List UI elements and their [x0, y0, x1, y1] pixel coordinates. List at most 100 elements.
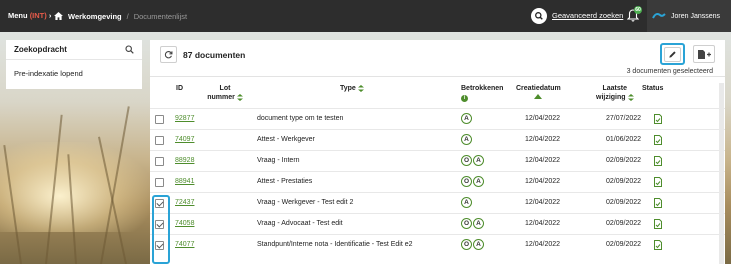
parties-list: OA	[461, 176, 484, 187]
parties-list: OA	[461, 218, 484, 229]
table-row[interactable]: 92877 document type om te testen A 12/04/20…	[150, 108, 725, 129]
divider	[150, 76, 725, 77]
party-badge: A	[473, 218, 484, 229]
edit-button-inner	[664, 46, 681, 62]
document-type: Attest - Werkgever	[257, 136, 315, 143]
table-row[interactable]: 88928 Vraag - Intern O A 12/04/2022 02/09/202…	[150, 150, 725, 171]
party-badge: A	[461, 113, 472, 124]
party-badge: A	[473, 176, 484, 187]
row-checkbox[interactable]	[155, 199, 164, 208]
column-header-parties[interactable]: Betrokkenen i	[461, 84, 503, 102]
table-row[interactable]: 88941 Attest - Prestaties O A 12/04/2022 02/0…	[150, 171, 725, 192]
document-id-link[interactable]: 88941	[175, 178, 194, 185]
document-status-icon[interactable]	[654, 114, 662, 124]
modified-date: 02/09/2022	[606, 157, 642, 164]
search-panel-header: Zoekopdracht	[6, 40, 142, 60]
selected-count: 3 documenten geselecteerd	[626, 68, 713, 75]
scrollbar[interactable]	[719, 83, 724, 264]
advanced-search-link[interactable]: Geavanceerd zoeken	[552, 11, 623, 20]
search-icon	[535, 12, 543, 20]
menu-label: Menu	[8, 11, 28, 20]
party-badge: A	[473, 155, 484, 166]
column-header-type[interactable]: Type	[340, 84, 364, 93]
document-status-icon[interactable]	[654, 219, 662, 229]
document-id-link[interactable]: 88928	[175, 157, 194, 164]
column-header-type-label: Type	[340, 85, 356, 92]
notification-badge: 60	[634, 6, 642, 14]
party-badge: A	[461, 134, 472, 145]
modified-date: 02/09/2022	[606, 220, 642, 227]
document-id-link[interactable]: 72437	[175, 199, 194, 206]
party-badge: A	[473, 239, 484, 250]
table-row[interactable]: 74077 Standpunt/Interne nota - Identifica…	[150, 234, 725, 255]
column-header-created[interactable]: Creatiedatum	[516, 84, 561, 102]
home-icon	[54, 12, 63, 20]
creation-date: 12/04/2022	[525, 115, 561, 122]
party-badge: O	[461, 239, 472, 250]
modified-date: 02/09/2022	[606, 199, 642, 206]
chevron-right-icon: ›	[48, 11, 52, 20]
add-document-button[interactable]	[693, 45, 715, 63]
breadcrumb-home[interactable]: Werkomgeving	[68, 12, 122, 21]
column-header-lot-number[interactable]: Lot nummer	[207, 84, 243, 102]
document-type: Standpunt/Interne nota - Identificatie -…	[257, 241, 413, 248]
search-status: Pre-indexatie lopend	[14, 69, 83, 78]
column-header-modified-line1: Laatste	[602, 85, 628, 92]
document-status-icon[interactable]	[654, 177, 662, 187]
edit-button[interactable]	[660, 43, 685, 65]
add-document-icon	[697, 49, 711, 59]
parties-list: A	[461, 113, 472, 124]
search-button[interactable]	[531, 8, 547, 24]
document-status-icon[interactable]	[654, 198, 662, 208]
parties-list: A	[461, 134, 472, 145]
breadcrumb-separator: /	[126, 11, 129, 21]
column-header-lot-line1: Lot	[219, 85, 231, 92]
search-panel: Zoekopdracht Pre-indexatie lopend	[6, 40, 142, 89]
row-checkbox[interactable]	[155, 115, 164, 124]
party-badge: O	[461, 155, 472, 166]
column-header-id-label: ID	[176, 85, 183, 92]
pencil-icon	[669, 50, 676, 58]
table-row[interactable]: 72437 Vraag - Werkgever - Test edit 2 A 12/…	[150, 192, 725, 213]
row-checkbox[interactable]	[155, 220, 164, 229]
sort-ascending-icon	[534, 94, 543, 99]
document-status-icon[interactable]	[654, 240, 662, 250]
document-id-link[interactable]: 74058	[175, 220, 194, 227]
document-id-link[interactable]: 92877	[175, 115, 194, 122]
document-type: Vraag - Werkgever - Test edit 2	[257, 199, 354, 206]
row-checkbox[interactable]	[155, 136, 164, 145]
row-checkbox[interactable]	[155, 241, 164, 250]
sun-glow	[0, 142, 150, 232]
row-checkbox[interactable]	[155, 157, 164, 166]
document-id-link[interactable]: 74077	[175, 241, 194, 248]
menu-button[interactable]: Menu (INT) ›	[8, 11, 51, 20]
table-row[interactable]: 74058 Vraag - Advocaat - Test edit O A 12/04…	[150, 213, 725, 234]
creation-date: 12/04/2022	[525, 241, 561, 248]
column-header-status[interactable]: Status	[642, 84, 663, 93]
document-type: Vraag - Intern	[257, 157, 300, 164]
column-header-created-label: Creatiedatum	[516, 85, 561, 92]
party-badge: O	[461, 218, 472, 229]
column-header-modified[interactable]: Laatste wijziging	[596, 84, 634, 102]
breadcrumb-current: Documentenlijst	[133, 11, 188, 21]
user-menu[interactable]: Joren Janssens	[647, 0, 731, 32]
document-status-icon[interactable]	[654, 156, 662, 166]
table-row[interactable]: 74097 Attest - Werkgever A 12/04/2022 01/06/…	[150, 129, 725, 150]
document-type: document type om te testen	[257, 115, 344, 122]
document-type: Attest - Prestaties	[257, 178, 313, 185]
search-icon[interactable]	[125, 45, 134, 54]
modified-date: 02/09/2022	[606, 241, 642, 248]
column-header-status-label: Status	[642, 85, 664, 92]
party-badge: O	[461, 176, 472, 187]
sort-icon	[236, 93, 243, 101]
document-status-icon[interactable]	[654, 135, 662, 145]
sort-icon	[357, 84, 364, 92]
refresh-button[interactable]	[160, 46, 177, 63]
search-panel-title: Zoekopdracht	[14, 45, 67, 54]
row-checkbox[interactable]	[155, 178, 164, 187]
environment-label: (INT)	[29, 11, 47, 20]
document-id-link[interactable]: 74097	[175, 136, 194, 143]
refresh-icon	[164, 51, 173, 59]
modified-date: 27/07/2022	[606, 115, 642, 122]
sort-icon	[627, 93, 634, 101]
